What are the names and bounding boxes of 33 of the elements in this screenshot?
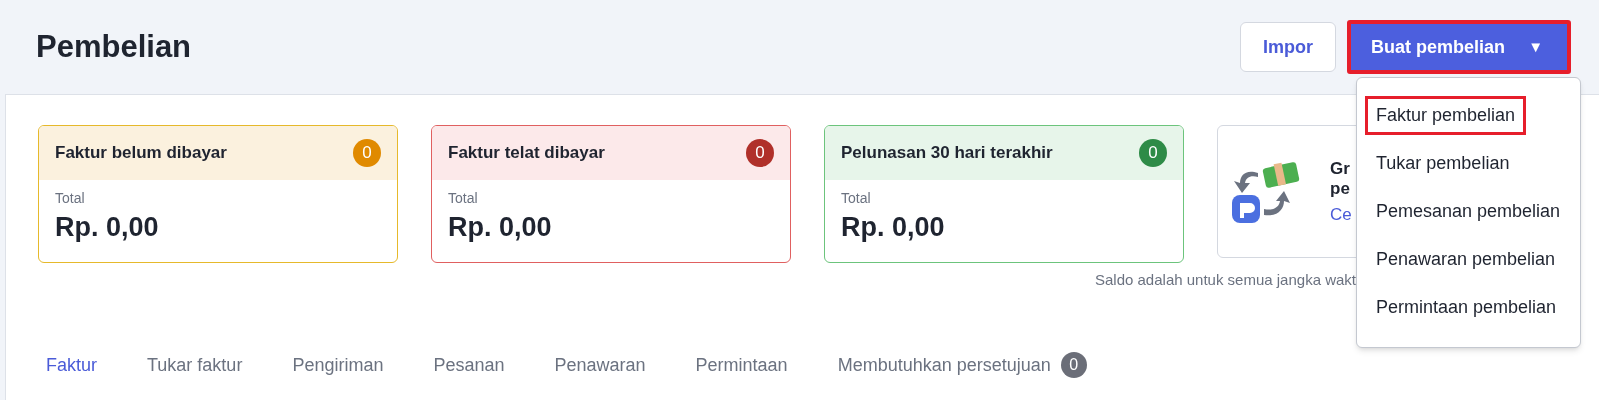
count-badge: 0: [1139, 139, 1167, 167]
tab[interactable]: Faktur: [46, 351, 97, 379]
promo-link[interactable]: Ce: [1330, 204, 1352, 225]
tab[interactable]: Tukar faktur: [147, 351, 243, 379]
balance-note: Saldo adalah untuk semua jangka wakt: [1095, 270, 1356, 290]
total-label: Total: [841, 189, 872, 208]
promo-title: Gr: [1330, 158, 1351, 179]
tab[interactable]: Permintaan: [695, 351, 788, 379]
menu-item[interactable]: Tukar pembelian: [1365, 144, 1521, 183]
create-purchase-button[interactable]: Buat pembelian ▼: [1347, 20, 1571, 74]
total-label: Total: [448, 189, 479, 208]
import-button[interactable]: Impor: [1240, 22, 1336, 72]
card-title: Pelunasan 30 hari terakhir: [841, 142, 1053, 165]
count-badge: 0: [746, 139, 774, 167]
tab[interactable]: Membutuhkan persetujuan 0: [837, 351, 1087, 379]
tab[interactable]: Pesanan: [433, 351, 505, 379]
tab[interactable]: Pengiriman: [292, 351, 384, 379]
count-badge: 0: [1060, 352, 1087, 378]
menu-item[interactable]: Permintaan pembelian: [1365, 288, 1568, 327]
count-badge: 0: [353, 139, 381, 167]
total-amount: Rp. 0,00: [841, 211, 946, 244]
total-amount: Rp. 0,00: [55, 211, 160, 244]
total-amount: Rp. 0,00: [448, 211, 553, 244]
tab[interactable]: Penawaran: [554, 351, 646, 379]
menu-item[interactable]: Faktur pembelian: [1365, 96, 1527, 135]
card-title: Faktur telat dibayar: [448, 142, 605, 165]
card-title: Faktur belum dibayar: [55, 142, 227, 165]
caret-icon: ▼: [1528, 35, 1543, 59]
promo-title: pe: [1330, 178, 1351, 199]
menu-item[interactable]: Penawaran pembelian: [1365, 240, 1567, 279]
menu-item[interactable]: Pemesanan pembelian: [1365, 192, 1572, 231]
total-label: Total: [55, 189, 86, 208]
page-title: Pembelian: [36, 27, 192, 66]
